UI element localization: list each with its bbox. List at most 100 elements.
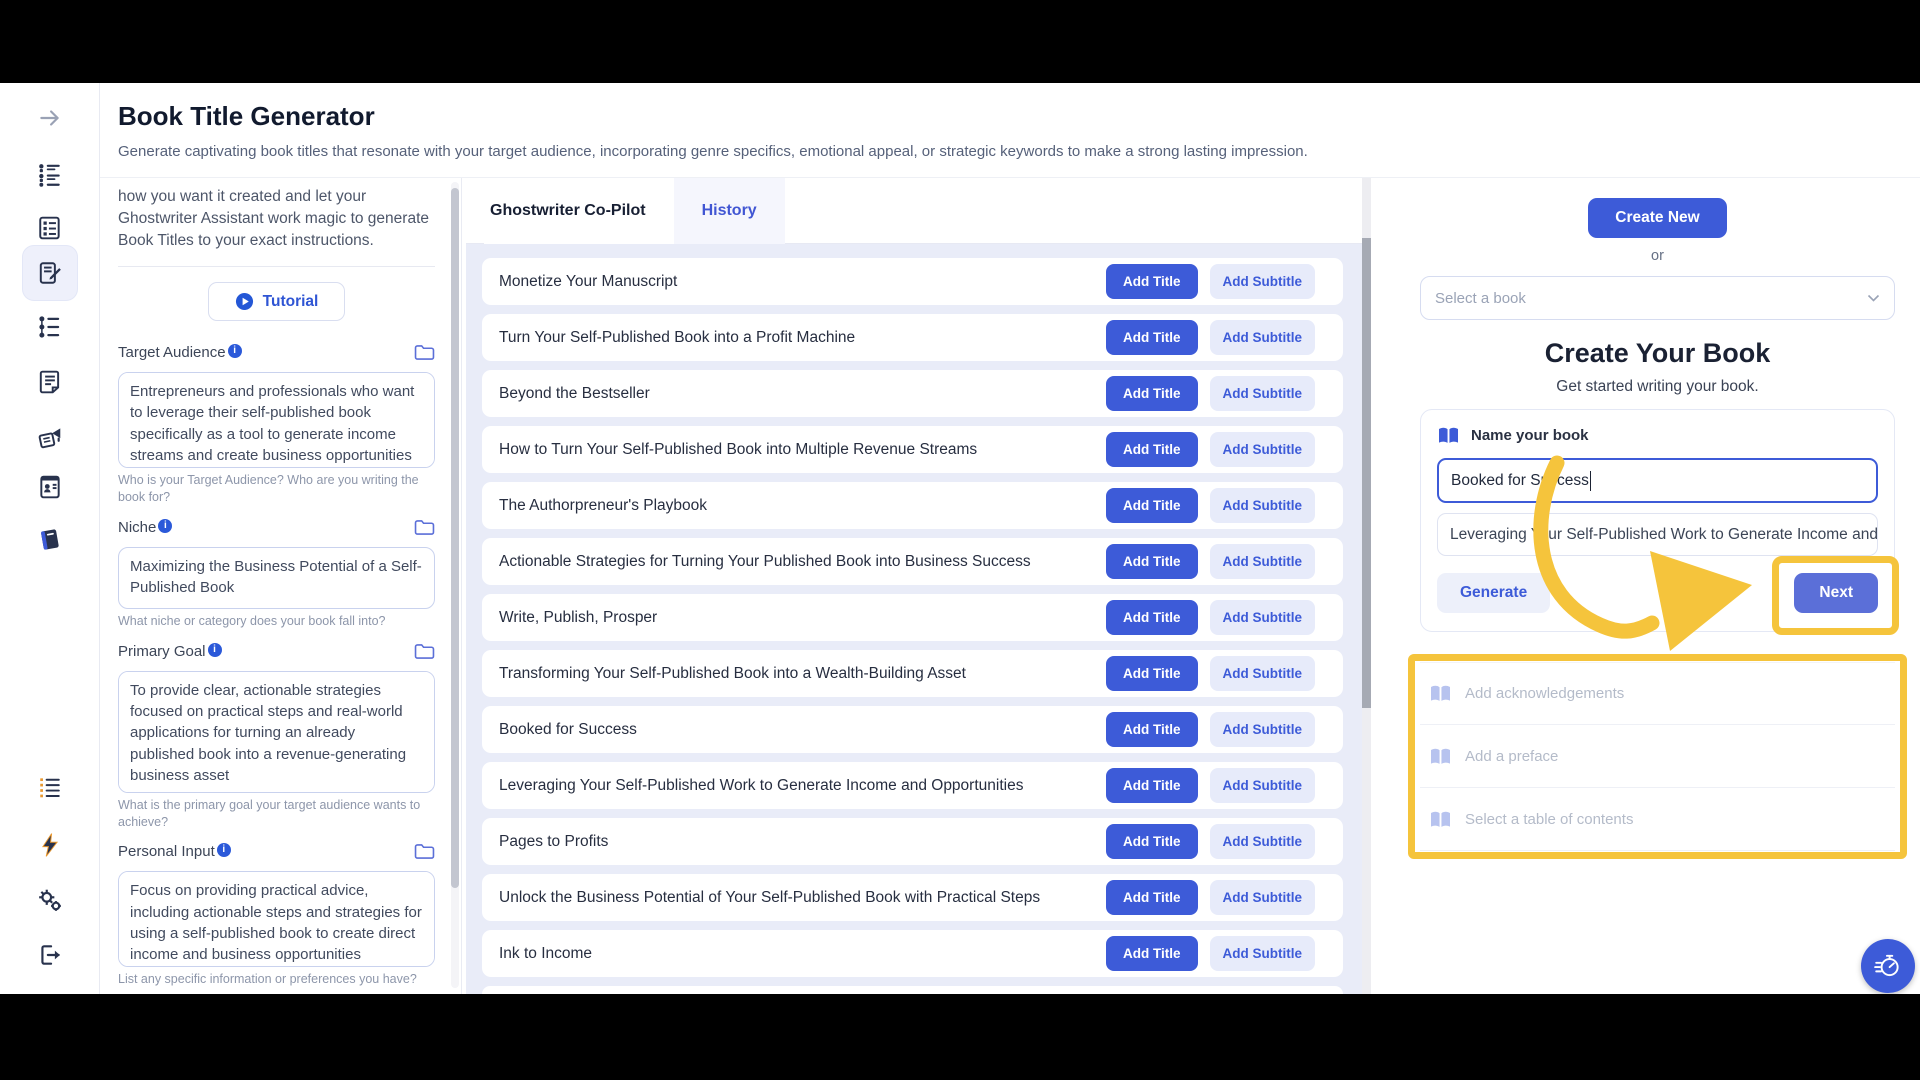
title-row: Monetize Your Manuscript Add Title Add Sub…	[482, 258, 1343, 305]
add-title-button[interactable]: Add Title	[1105, 488, 1198, 523]
add-title-button[interactable]: Add Title	[1105, 264, 1198, 299]
form-panel-scrollbar[interactable]	[451, 182, 459, 988]
add-subtitle-button[interactable]: Add Subtitle	[1209, 768, 1315, 803]
stopwatch-icon	[1874, 954, 1899, 977]
book-title-generator-icon[interactable]	[37, 260, 63, 286]
title-row: Ink to Income Add Title Add Subtitle	[482, 930, 1343, 977]
add-subtitle-button[interactable]: Add Subtitle	[1209, 376, 1315, 411]
title-row: The Authorpreneur's Playbook Add Title Add…	[482, 482, 1343, 529]
add-preface-option[interactable]: Add a preface	[1420, 725, 1895, 788]
generator-form-panel: how you want it created and let your Gho…	[100, 178, 462, 994]
folder-icon[interactable]	[414, 643, 435, 665]
niche-input[interactable]: Maximizing the Business Potential of a S…	[118, 546, 435, 609]
add-acknowledgements-option[interactable]: Add acknowledgements	[1420, 662, 1895, 725]
field-label: Target Audience	[118, 344, 226, 361]
add-subtitle-button[interactable]: Add Subtitle	[1209, 544, 1315, 579]
title-row-partial	[482, 986, 1343, 994]
folder-icon[interactable]	[414, 519, 435, 541]
add-title-button[interactable]: Add Title	[1105, 824, 1198, 859]
info-icon[interactable]: i	[207, 642, 222, 657]
add-subtitle-button[interactable]: Add Subtitle	[1209, 432, 1315, 467]
add-subtitle-button[interactable]: Add Subtitle	[1209, 936, 1315, 971]
add-title-button[interactable]: Add Title	[1105, 432, 1198, 467]
generated-title: Pages to Profits	[499, 832, 609, 850]
field-helper: List any specific information or prefere…	[118, 972, 417, 987]
play-icon	[235, 292, 253, 311]
generated-titles-list: Monetize Your Manuscript Add Title Add Sub…	[466, 244, 1371, 994]
select-table-of-contents-option[interactable]: Select a table of contents	[1420, 788, 1895, 851]
book-marketing-icon[interactable]	[37, 424, 63, 450]
add-title-button[interactable]: Add Title	[1105, 376, 1198, 411]
add-subtitle-button[interactable]: Add Subtitle	[1209, 824, 1315, 859]
author-profile-icon[interactable]	[37, 474, 63, 500]
tab-history[interactable]: History	[673, 178, 785, 244]
add-title-button[interactable]: Add Title	[1105, 768, 1198, 803]
book-library-icon[interactable]	[37, 527, 63, 553]
add-title-button[interactable]: Add Title	[1105, 880, 1198, 915]
personal-input-field[interactable]: Focus on providing practical advice, inc…	[118, 871, 435, 968]
book-subtitle-input[interactable]: Leveraging Your Self-Published Work to G…	[1437, 513, 1878, 556]
title-row: Booked for Success Add Title Add Subtitle	[482, 706, 1343, 753]
primary-goal-input[interactable]: To provide clear, actionable strategies …	[118, 670, 435, 793]
titles-scrollbar[interactable]	[1362, 178, 1371, 994]
tutorial-button[interactable]: Tutorial	[207, 282, 346, 321]
book-name-input[interactable]: Booked for Success	[1437, 458, 1878, 503]
saved-lists-icon[interactable]	[37, 774, 63, 800]
info-icon[interactable]: i	[216, 843, 231, 858]
title-row: Turn Your Self-Published Book into a Pro…	[482, 314, 1343, 361]
settings-icon[interactable]	[37, 887, 63, 913]
generated-title: Transforming Your Self-Published Book in…	[499, 664, 966, 682]
add-subtitle-button[interactable]: Add Subtitle	[1209, 880, 1315, 915]
field-label: Niche	[118, 518, 157, 536]
add-title-button[interactable]: Add Title	[1105, 712, 1198, 747]
name-book-card: Name your book Booked for Success Levera…	[1420, 409, 1899, 635]
field-label: Personal Input	[118, 843, 215, 861]
or-divider-label: or	[1651, 248, 1664, 264]
info-icon[interactable]: i	[227, 344, 242, 358]
add-title-button[interactable]: Add Title	[1105, 544, 1198, 579]
page-header: Book Title Generator Generate captivatin…	[100, 83, 1920, 178]
add-title-button[interactable]: Add Title	[1105, 600, 1198, 635]
add-title-button[interactable]: Add Title	[1105, 656, 1198, 691]
field-primary-goal: Primary Goal i To provide clear, actionab…	[118, 642, 435, 831]
outline-builder-icon[interactable]	[37, 215, 63, 241]
speed-timer-fab[interactable]	[1861, 939, 1915, 993]
book-options-highlight-box: Add acknowledgements Add a preface Selec…	[1408, 654, 1907, 859]
generate-book-name-button[interactable]: Generate	[1437, 573, 1551, 613]
select-book-dropdown[interactable]: Select a book	[1420, 276, 1895, 320]
option-label: Add acknowledgements	[1465, 685, 1625, 702]
open-book-icon	[1431, 811, 1450, 827]
info-icon[interactable]: i	[158, 518, 173, 533]
field-helper: Who is your Target Audience? Who are you…	[118, 473, 419, 504]
add-subtitle-button[interactable]: Add Subtitle	[1209, 264, 1315, 299]
add-subtitle-button[interactable]: Add Subtitle	[1209, 320, 1315, 355]
create-book-panel: Create New or Select a book Create Your …	[1395, 178, 1920, 994]
chapter-list-icon[interactable]	[37, 314, 63, 340]
manuscript-icon[interactable]	[37, 369, 63, 395]
title-row: Write, Publish, Prosper Add Title Add Subt…	[482, 594, 1343, 641]
generated-title: Actionable Strategies for Turning Your P…	[499, 552, 1031, 570]
title-row: Unlock the Business Potential of Your Se…	[482, 874, 1343, 921]
copilot-panel: Ghostwriter Co-Pilot History Monetize Yo…	[466, 178, 1371, 994]
add-title-button[interactable]: Add Title	[1105, 320, 1198, 355]
add-title-button[interactable]: Add Title	[1105, 936, 1198, 971]
create-new-button[interactable]: Create New	[1588, 198, 1727, 238]
logout-icon[interactable]	[37, 942, 63, 968]
audience-builder-icon[interactable]	[37, 162, 63, 188]
folder-icon[interactable]	[414, 843, 435, 865]
add-subtitle-button[interactable]: Add Subtitle	[1209, 600, 1315, 635]
field-helper: What is the primary goal your target aud…	[118, 797, 421, 829]
target-audience-input[interactable]: Entrepreneurs and professionals who want…	[118, 372, 435, 468]
next-button-highlight-box: Next	[1772, 556, 1899, 635]
generated-title: Write, Publish, Prosper	[499, 608, 658, 626]
quick-actions-icon[interactable]	[37, 832, 63, 858]
next-button[interactable]: Next	[1794, 573, 1878, 613]
add-subtitle-button[interactable]: Add Subtitle	[1209, 712, 1315, 747]
expand-sidebar-arrow-icon[interactable]	[37, 105, 63, 131]
folder-icon[interactable]	[414, 344, 435, 366]
chevron-down-icon	[1867, 294, 1880, 302]
text-cursor	[1589, 470, 1592, 491]
tab-ghostwriter-copilot[interactable]: Ghostwriter Co-Pilot	[484, 178, 674, 244]
add-subtitle-button[interactable]: Add Subtitle	[1209, 488, 1315, 523]
add-subtitle-button[interactable]: Add Subtitle	[1209, 656, 1315, 691]
